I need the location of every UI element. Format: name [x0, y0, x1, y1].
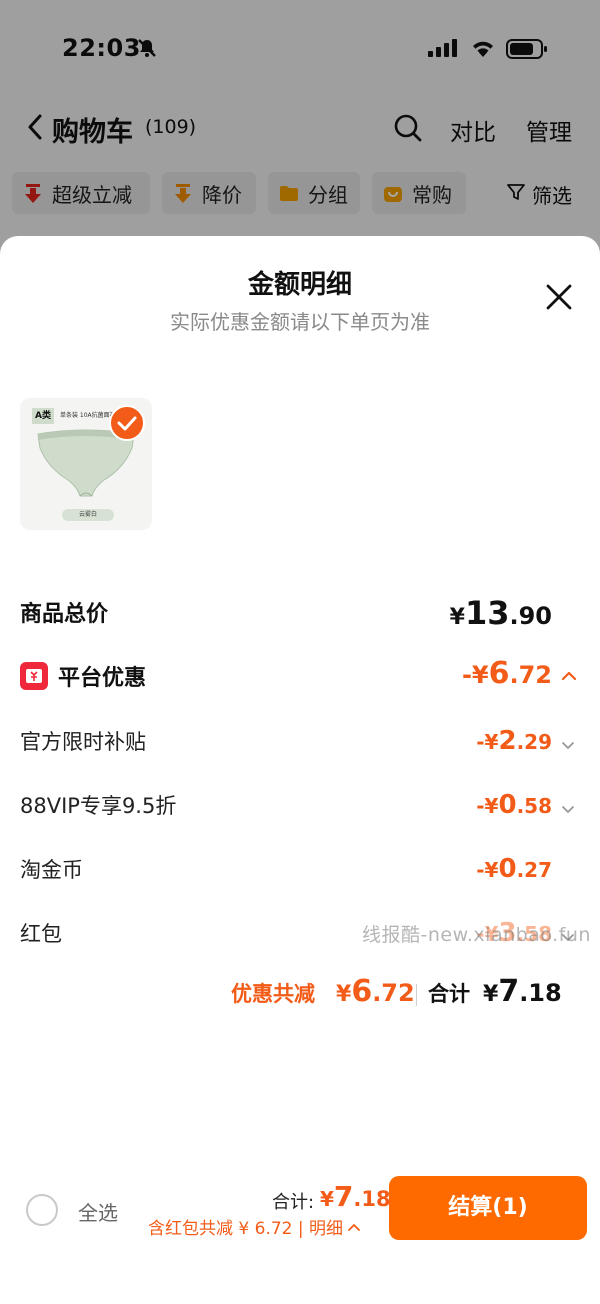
- product-grade-tag: A类: [32, 408, 54, 424]
- close-icon[interactable]: [544, 282, 574, 316]
- watermark-text: 线报酷-new.xianbao.fun: [362, 924, 591, 946]
- discount-sign: -¥: [476, 730, 499, 754]
- currency-symbol: ¥: [449, 605, 465, 630]
- discount-row-label: 红包: [20, 922, 62, 946]
- discount-row-value: -¥ 0 .27: [476, 854, 552, 884]
- summary-total-integer: 7: [498, 974, 520, 1009]
- sheet-title: 金额明细: [247, 270, 352, 300]
- summary-discount-integer: 6: [351, 974, 373, 1009]
- discount-detail-link[interactable]: 含红包共减 ¥ 6.72 | 明细: [148, 1214, 361, 1239]
- discount-detail-text: 含红包共减 ¥ 6.72 | 明细: [148, 1219, 344, 1239]
- checkout-bar: 全选 合计: ¥ 7 .18 含红包共减 ¥ 6.72 | 明细 结算(1): [0, 1166, 600, 1256]
- discount-sign: -¥: [461, 661, 489, 689]
- checkout-button[interactable]: 结算(1): [389, 1176, 587, 1240]
- discount-sign: -¥: [476, 858, 499, 882]
- summary-total-label: 合计: [428, 982, 470, 1006]
- bottom-total-value: ¥ 7 .18: [320, 1180, 391, 1213]
- summary-discount-value: ¥ 6 .72: [336, 974, 415, 1009]
- bottom-total-decimal: .18: [353, 1187, 391, 1211]
- discount-row-label: 88VIP专享9.5折: [20, 794, 177, 818]
- discount-decimal: .72: [509, 661, 552, 689]
- discount-row-label: 官方限时补贴: [20, 730, 146, 754]
- select-all-label[interactable]: 全选: [78, 1197, 118, 1226]
- platform-discount-label: 平台优惠: [58, 666, 147, 691]
- bottom-total-integer: 7: [333, 1180, 354, 1213]
- discount-decimal: .29: [516, 730, 552, 754]
- discount-decimal: .27: [516, 858, 552, 882]
- summary-discount-decimal: .72: [372, 979, 415, 1007]
- discount-integer: 0: [498, 790, 517, 820]
- amount-detail-sheet: 金额明细 实际优惠金额请以下单页为准 A类 单条装 10A抗菌面裆 云雾白 商品…: [0, 236, 600, 1304]
- discount-row-label: 淘金币: [20, 858, 83, 882]
- chevron-up-icon[interactable]: [560, 668, 578, 687]
- total-price-label: 商品总价: [20, 602, 109, 627]
- select-all-radio[interactable]: [26, 1194, 58, 1226]
- selected-check-icon[interactable]: [108, 404, 146, 446]
- total-price-value: ¥ 13 .90: [450, 594, 552, 632]
- discount-integer: 2: [498, 726, 517, 756]
- discount-row-value: -¥ 2 .29: [476, 726, 552, 756]
- bottom-total-label: 合计:: [272, 1192, 315, 1213]
- platform-discount-value[interactable]: -¥ 6 .72: [462, 656, 552, 691]
- chevron-down-icon[interactable]: [560, 800, 576, 819]
- product-color-caption: 云雾白: [62, 509, 114, 521]
- discount-row-value: -¥ 0 .58: [476, 790, 552, 820]
- sheet-subtitle: 实际优惠金额请以下单页为准: [170, 310, 430, 334]
- chevron-up-icon: [348, 1223, 360, 1231]
- discount-sign: -¥: [476, 794, 499, 818]
- summary-total-decimal: .18: [519, 979, 562, 1007]
- summary-total-value: ¥ 7 .18: [483, 974, 562, 1009]
- discount-integer: 6: [488, 656, 510, 691]
- summary-row: 优惠共减 ¥ 6 .72 合计 ¥ 7 .18: [0, 974, 600, 1014]
- discount-decimal: .58: [516, 794, 552, 818]
- summary-discount-label: 优惠共减: [231, 982, 315, 1006]
- currency-symbol: ¥: [320, 1187, 334, 1211]
- platform-coupon-icon: [20, 662, 48, 694]
- summary-divider: [416, 984, 417, 1006]
- chevron-down-icon[interactable]: [560, 736, 576, 755]
- price-decimal: .90: [509, 602, 552, 630]
- discount-integer: 0: [498, 854, 517, 884]
- price-integer: 13: [464, 594, 510, 632]
- currency-symbol: ¥: [483, 982, 499, 1007]
- currency-symbol: ¥: [336, 982, 352, 1007]
